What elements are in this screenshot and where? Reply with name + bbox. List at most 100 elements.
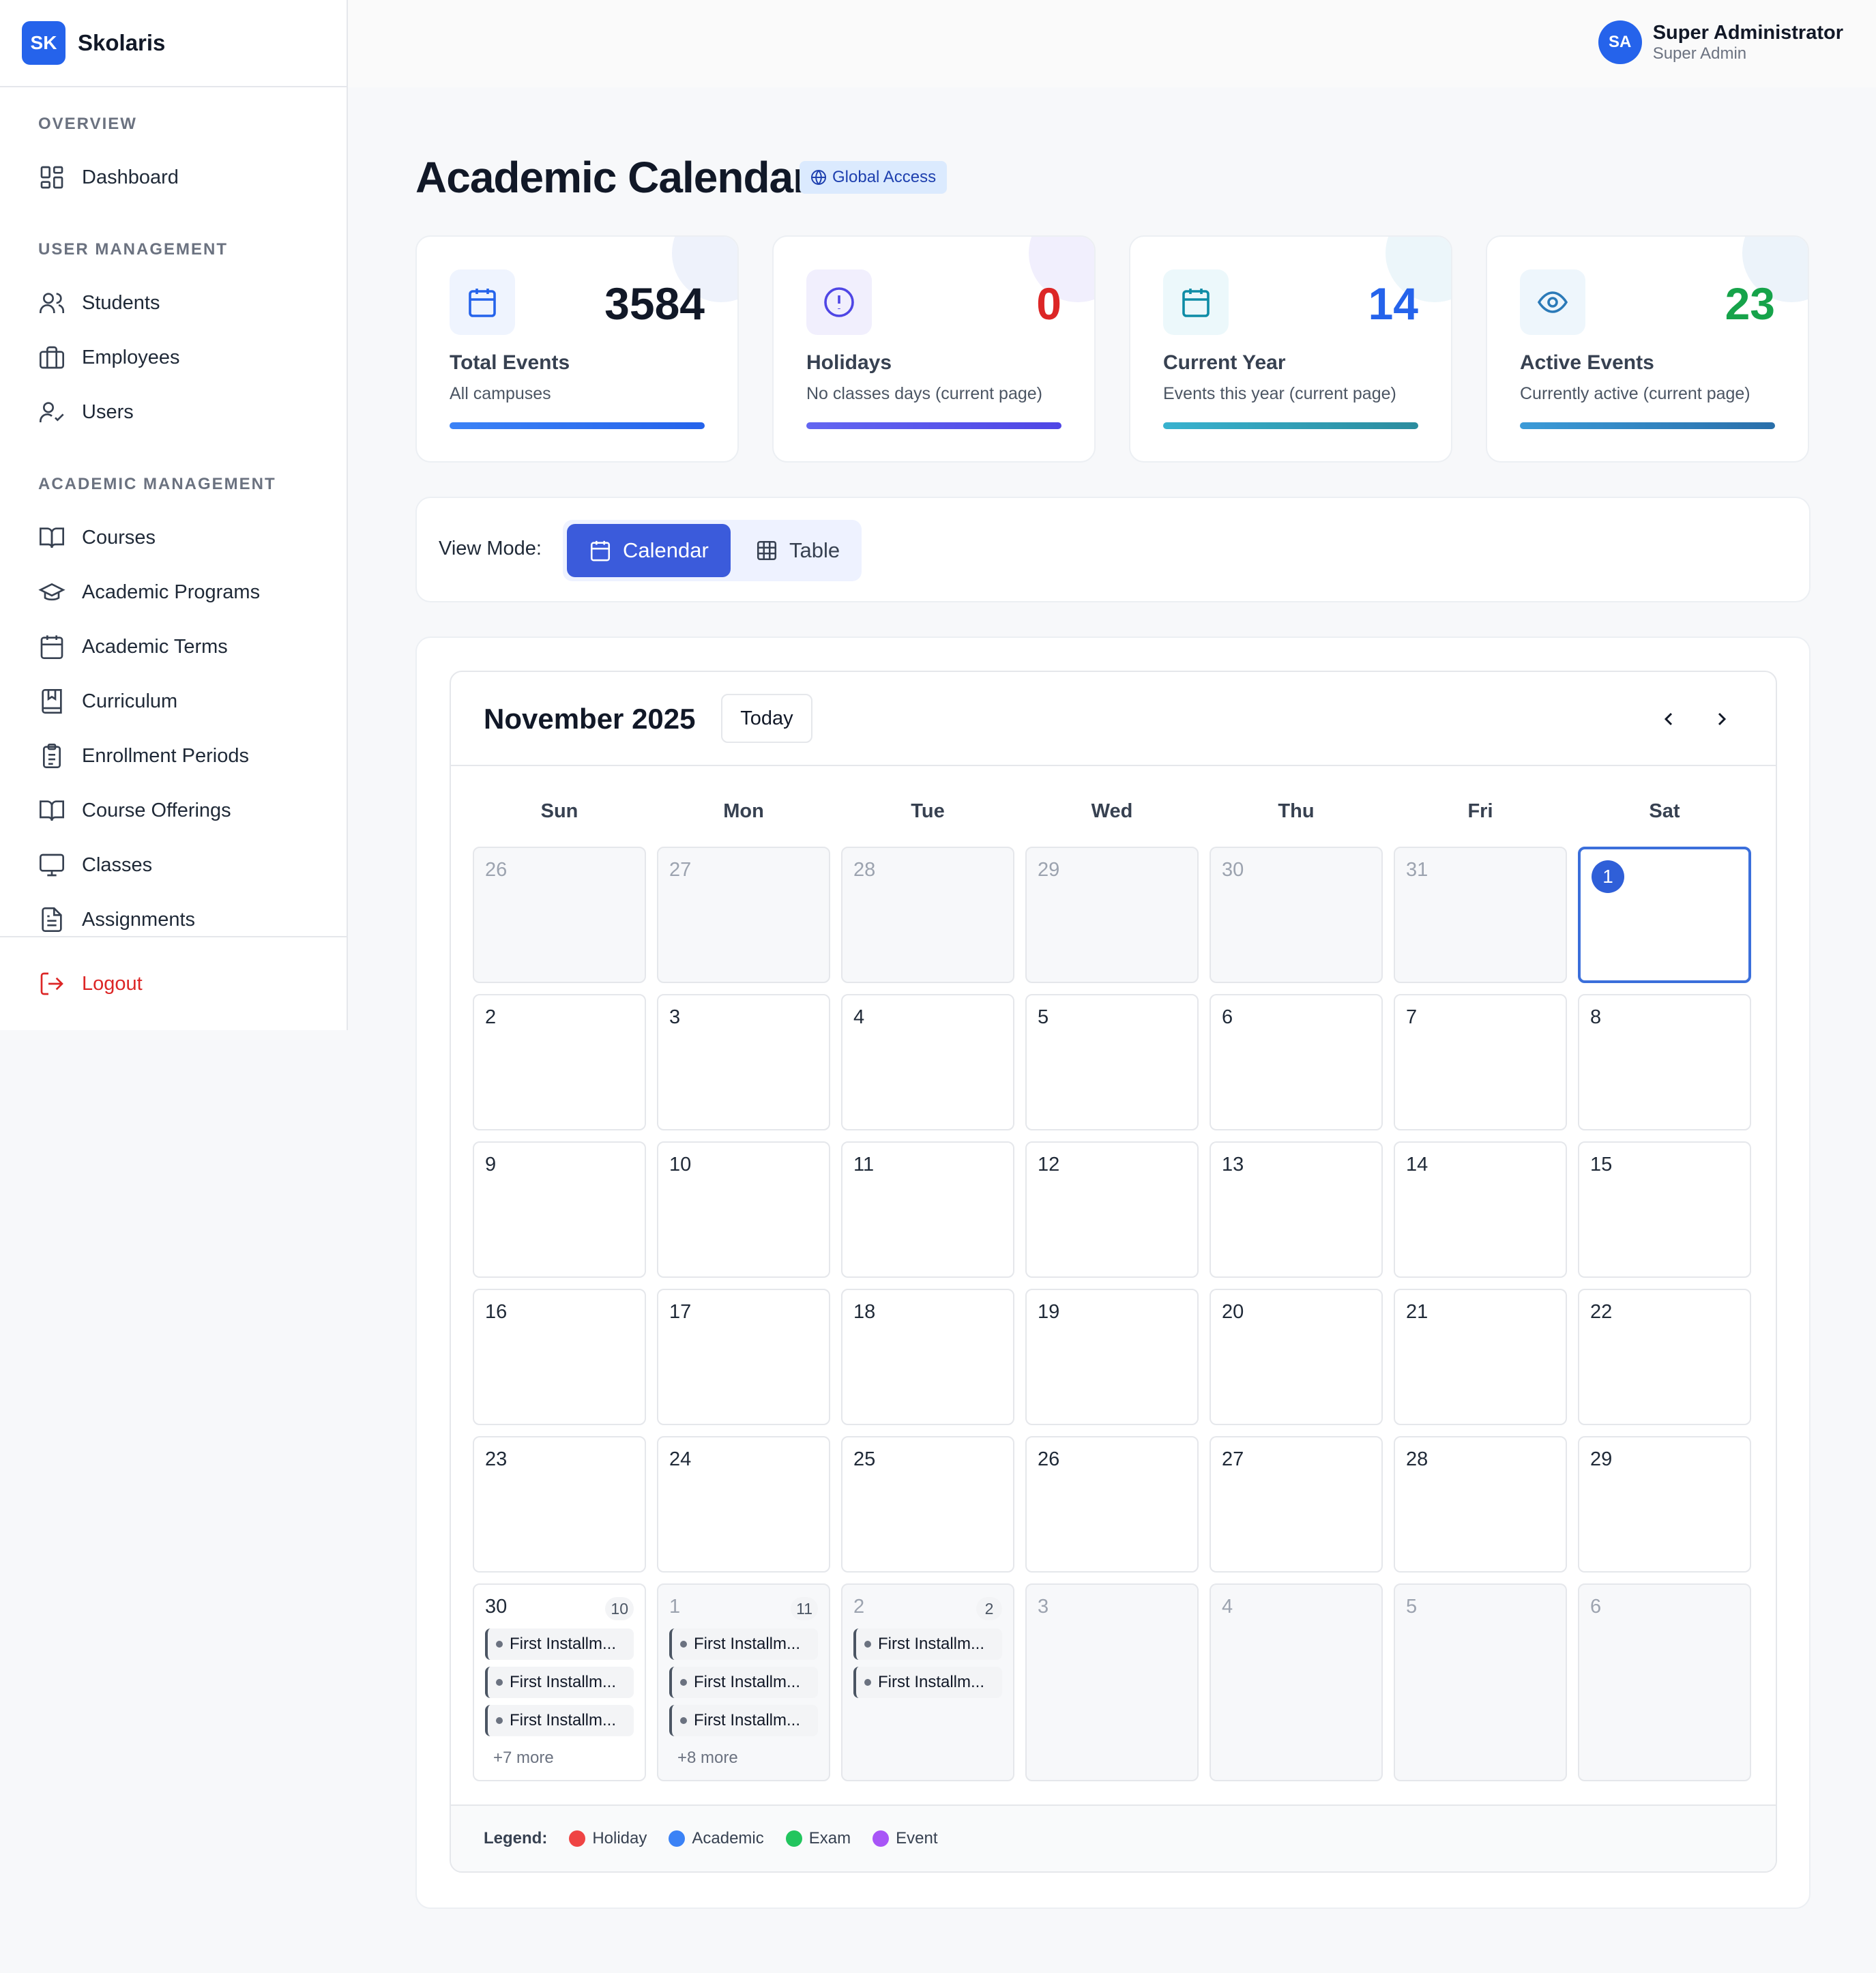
page-title: Academic Calendar (415, 153, 810, 202)
calendar-day-cell[interactable]: 4 (1210, 1583, 1383, 1781)
calendar-day-cell[interactable]: 21 (1394, 1289, 1567, 1425)
stat-label: Total Events (450, 351, 570, 374)
calendar-day-cell[interactable]: 5 (1025, 994, 1199, 1130)
calendar-day-cell[interactable]: 18 (841, 1289, 1014, 1425)
calendar-day-cell[interactable]: 29 (1025, 847, 1199, 983)
sidebar-item-classes[interactable]: Classes (38, 846, 152, 884)
sidebar-item-assignments[interactable]: Assignments (38, 901, 195, 939)
logout-icon (38, 970, 65, 997)
sidebar-item-users[interactable]: Users (38, 393, 134, 431)
legend-dot-icon (569, 1830, 586, 1847)
calendar-day-cell[interactable]: 16 (473, 1289, 646, 1425)
event-title: First Installm... (878, 1673, 985, 1691)
day-number: 19 (1038, 1301, 1060, 1323)
calendar-day-cell[interactable]: 25 (841, 1436, 1014, 1573)
calendar-day-cell[interactable]: 2 2 First Installm... First Installm... (841, 1583, 1014, 1781)
graduation-cap-icon (38, 579, 65, 606)
view-mode-label: View Mode: (439, 538, 542, 559)
calendar-day-cell[interactable]: 13 (1210, 1141, 1383, 1278)
calendar-event[interactable]: First Installm... (669, 1705, 818, 1736)
calendar-event[interactable]: First Installm... (669, 1667, 818, 1698)
calendar-day-cell[interactable]: 14 (1394, 1141, 1567, 1278)
calendar-day-cell[interactable]: 26 (473, 847, 646, 983)
calendar-day-cell[interactable]: 3 (1025, 1583, 1199, 1781)
calendar-day-cell[interactable]: 19 (1025, 1289, 1199, 1425)
sidebar-item-dashboard[interactable]: Dashboard (38, 158, 179, 196)
calendar-day-cell[interactable]: 20 (1210, 1289, 1383, 1425)
day-number: 26 (485, 859, 508, 881)
calendar-event[interactable]: First Installm... (853, 1628, 1002, 1660)
sidebar-item-academic-terms[interactable]: Academic Terms (38, 628, 228, 666)
calendar-day-cell[interactable]: 9 (473, 1141, 646, 1278)
calendar-event[interactable]: First Installm... (669, 1628, 818, 1660)
sidebar-item-courses[interactable]: Courses (38, 518, 156, 557)
calendar-day-cell[interactable]: 12 (1025, 1141, 1199, 1278)
calendar-event[interactable]: First Installm... (485, 1667, 634, 1698)
calendar-day-cell[interactable]: 28 (841, 847, 1014, 983)
monitor-icon (38, 851, 65, 879)
briefcase-icon (38, 344, 65, 371)
legend-label: Academic (692, 1829, 764, 1847)
sidebar-item-enrollment-periods[interactable]: Enrollment Periods (38, 737, 249, 775)
calendar-day-cell[interactable]: 1 (1578, 847, 1751, 983)
event-title: First Installm... (878, 1635, 985, 1653)
user-menu[interactable]: SA Super Administrator Super Admin (1598, 20, 1843, 64)
sidebar-item-students[interactable]: Students (38, 284, 160, 322)
calendar-icon (1163, 269, 1229, 335)
sidebar-item-academic-programs[interactable]: Academic Programs (38, 573, 260, 611)
calendar-day-cell[interactable]: 6 (1578, 1583, 1751, 1781)
today-button[interactable]: Today (721, 694, 812, 743)
brand[interactable]: SK Skolaris (0, 0, 347, 87)
nav-section-overview: OVERVIEW (38, 115, 137, 133)
calendar-day-cell[interactable]: 28 (1394, 1436, 1567, 1573)
day-number: 12 (1038, 1154, 1060, 1175)
calendar-day-cell[interactable]: 2 (473, 994, 646, 1130)
event-count-badge: 11 (791, 1597, 818, 1620)
calendar-day-cell[interactable]: 5 (1394, 1583, 1567, 1781)
next-month-button[interactable] (1703, 701, 1740, 737)
calendar-day-cell[interactable]: 27 (1210, 1436, 1383, 1573)
calendar-event[interactable]: First Installm... (485, 1628, 634, 1660)
calendar-day-cell[interactable]: 15 (1578, 1141, 1751, 1278)
calendar-day-cell[interactable]: 22 (1578, 1289, 1751, 1425)
calendar-day-cell[interactable]: 17 (657, 1289, 830, 1425)
calendar-header: November 2025 Today (451, 672, 1776, 766)
calendar-day-cell[interactable]: 8 (1578, 994, 1751, 1130)
calendar-day-cell[interactable]: 31 (1394, 847, 1567, 983)
calendar-day-cell[interactable]: 23 (473, 1436, 646, 1573)
more-events-link[interactable]: +8 more (677, 1749, 738, 1768)
calendar-view-button[interactable]: Calendar (567, 524, 731, 577)
day-number: 31 (1406, 859, 1428, 881)
calendar-day-cell[interactable]: 24 (657, 1436, 830, 1573)
calendar-day-cell[interactable]: 6 (1210, 994, 1383, 1130)
legend-item: Exam (785, 1829, 851, 1848)
calendar-day-cell[interactable]: 29 (1578, 1436, 1751, 1573)
calendar-day-cell[interactable]: 4 (841, 994, 1014, 1130)
day-number: 16 (485, 1301, 508, 1323)
calendar-day-cell[interactable]: 1 11 First Installm... First Installm... Fir… (657, 1583, 830, 1781)
table-view-label: Table (789, 538, 840, 562)
calendar-event[interactable]: First Installm... (485, 1705, 634, 1736)
day-number: 18 (853, 1301, 876, 1323)
event-title: First Installm... (694, 1635, 801, 1653)
calendar-day-cell[interactable]: 10 (657, 1141, 830, 1278)
event-dot-icon (864, 1679, 871, 1686)
prev-month-button[interactable] (1650, 701, 1687, 737)
sidebar-item-employees[interactable]: Employees (38, 338, 179, 377)
calendar-day-cell[interactable]: 26 (1025, 1436, 1199, 1573)
sidebar-item-course-offerings[interactable]: Course Offerings (38, 791, 231, 830)
sidebar-item-curriculum[interactable]: Curriculum (38, 682, 177, 720)
calendar-day-cell[interactable]: 30 10 First Installm... First Installm... Fi… (473, 1583, 646, 1781)
eye-icon (1520, 269, 1585, 335)
table-view-button[interactable]: Table (733, 524, 862, 577)
logout-label: Logout (82, 972, 143, 995)
calendar-day-cell[interactable]: 11 (841, 1141, 1014, 1278)
calendar-day-cell[interactable]: 7 (1394, 994, 1567, 1130)
calendar-day-cell[interactable]: 3 (657, 994, 830, 1130)
calendar-day-cell[interactable]: 30 (1210, 847, 1383, 983)
users-icon (38, 289, 65, 317)
more-events-link[interactable]: +7 more (493, 1749, 554, 1768)
calendar-event[interactable]: First Installm... (853, 1667, 1002, 1698)
logout-button[interactable]: Logout (38, 965, 143, 1003)
calendar-day-cell[interactable]: 27 (657, 847, 830, 983)
